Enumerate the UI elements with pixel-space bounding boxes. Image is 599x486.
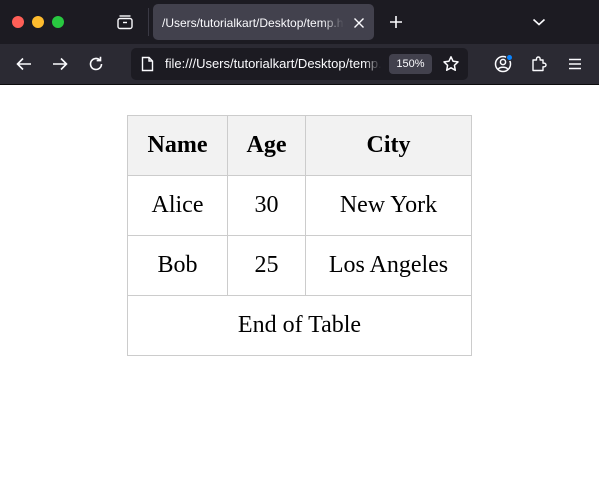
tab-list-icon[interactable] [114, 11, 136, 33]
close-icon[interactable] [351, 15, 367, 31]
reload-icon[interactable] [84, 52, 108, 76]
tab-title: /Users/tutorialkart/Desktop/temp.html [162, 16, 344, 30]
hamburger-menu-icon[interactable] [563, 52, 587, 76]
account-icon[interactable] [491, 52, 515, 76]
table-row: Bob 25 Los Angeles [127, 235, 472, 296]
url-bar[interactable]: file:///Users/tutorialkart/Desktop/temp.… [131, 48, 468, 80]
window-close-button[interactable] [12, 16, 24, 28]
page-icon [139, 56, 155, 72]
puzzle-icon[interactable] [527, 52, 551, 76]
table-footer-cell: End of Table [127, 295, 472, 356]
table-header-cell: Age [227, 115, 306, 176]
zoom-level-badge[interactable]: 150% [389, 54, 432, 74]
table-header-cell: Name [127, 115, 228, 176]
forward-arrow-icon[interactable] [48, 52, 72, 76]
table-header-cell: City [305, 115, 472, 176]
back-arrow-icon[interactable] [12, 52, 36, 76]
table-cell: Los Angeles [305, 235, 472, 296]
window-maximize-button[interactable] [52, 16, 64, 28]
table-cell: 25 [227, 235, 306, 296]
page-content: Name Age City Alice 30 New York Bob 25 L… [0, 86, 599, 486]
table-cell: New York [305, 175, 472, 236]
account-notification-dot [506, 54, 513, 61]
navigation-toolbar: file:///Users/tutorialkart/Desktop/temp.… [0, 44, 599, 85]
table-row: Alice 30 New York [127, 175, 472, 236]
window-minimize-button[interactable] [32, 16, 44, 28]
table-cell: Alice [127, 175, 228, 236]
table-header-row: Name Age City [127, 115, 472, 176]
table-cell: 30 [227, 175, 306, 236]
table-cell: Bob [127, 235, 228, 296]
tab-active[interactable]: /Users/tutorialkart/Desktop/temp.html [153, 4, 374, 40]
chevron-down-icon[interactable] [528, 11, 550, 33]
plus-icon[interactable] [385, 11, 407, 33]
tab-separator [148, 8, 149, 36]
tab-strip: /Users/tutorialkart/Desktop/temp.html [0, 0, 599, 44]
star-icon[interactable] [442, 55, 460, 73]
data-table: Name Age City Alice 30 New York Bob 25 L… [127, 115, 472, 356]
url-text[interactable]: file:///Users/tutorialkart/Desktop/temp.… [165, 56, 381, 72]
table-footer-row: End of Table [127, 295, 472, 356]
